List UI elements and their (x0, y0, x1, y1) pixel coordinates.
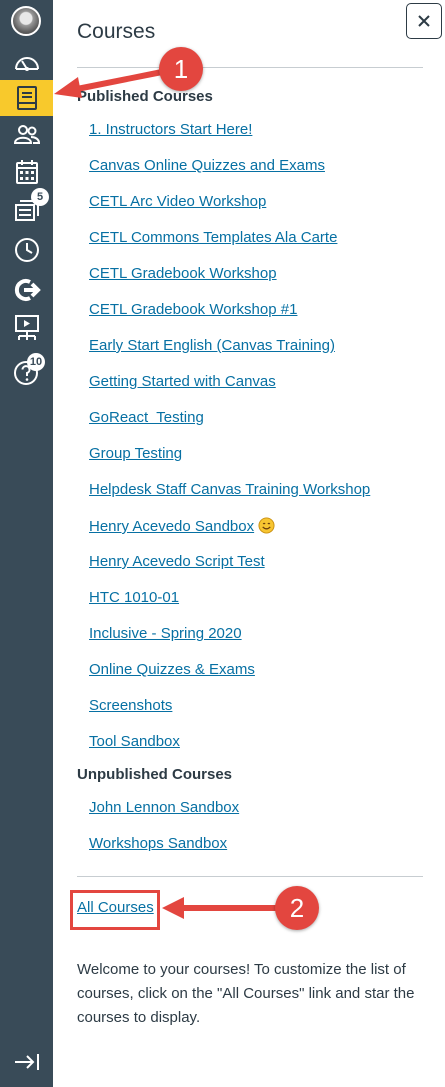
course-link[interactable]: Canvas Online Quizzes and Exams (89, 157, 325, 174)
collapse-nav-button[interactable] (0, 1044, 53, 1080)
account-avatar[interactable] (11, 6, 41, 36)
close-icon (418, 15, 430, 27)
course-link[interactable]: Online Quizzes & Exams (89, 661, 255, 678)
global-nav: 5 10 (0, 0, 53, 1087)
smiley-emoji-icon (258, 517, 275, 534)
collapse-icon (14, 1054, 39, 1070)
course-link[interactable]: Inclusive - Spring 2020 (89, 625, 242, 642)
course-link[interactable]: Early Start English (Canvas Training) (89, 337, 335, 354)
inbox-nav-item[interactable]: 5 (0, 188, 53, 228)
annotation-callout-1: 1 (159, 47, 203, 91)
speedometer-icon (14, 57, 39, 71)
studio-nav-item[interactable] (0, 310, 53, 346)
unpublished-courses-heading: Unpublished Courses (77, 766, 233, 783)
tray-title: Courses (77, 20, 156, 43)
book-icon (16, 86, 37, 110)
course-link[interactable]: HTC 1010-01 (89, 589, 179, 606)
close-tray-button[interactable] (406, 3, 442, 39)
course-link[interactable]: 1. Instructors Start Here! (89, 121, 252, 138)
history-nav-item[interactable] (0, 232, 53, 268)
course-link[interactable]: Tool Sandbox (89, 733, 180, 750)
course-link[interactable]: GoReact Testing (89, 409, 204, 426)
dashboard-nav-item[interactable] (0, 44, 53, 80)
help-nav-item[interactable]: 10 (0, 353, 53, 390)
course-link[interactable]: CETL Gradebook Workshop (89, 265, 277, 282)
courses-nav-item[interactable] (0, 80, 53, 116)
course-link[interactable]: John Lennon Sandbox (89, 799, 239, 816)
course-link-label: Henry Acevedo Sandbox (89, 518, 255, 535)
commons-nav-item[interactable] (0, 272, 53, 308)
calendar-icon (15, 160, 38, 184)
users-icon (13, 125, 40, 144)
annotation-arrow-1 (54, 69, 165, 98)
course-link[interactable]: Group Testing (89, 445, 182, 462)
clock-icon (14, 238, 39, 262)
course-link[interactable]: Henry Acevedo Script Test (89, 553, 265, 570)
all-courses-link[interactable]: All Courses (77, 899, 154, 916)
help-badge: 10 (27, 353, 45, 371)
course-link[interactable]: Helpdesk Staff Canvas Training Workshop (89, 481, 370, 498)
course-link[interactable]: Workshops Sandbox (89, 835, 227, 852)
annotation-callout-2: 2 (275, 886, 319, 930)
course-link[interactable]: Henry Acevedo Sandbox (89, 517, 275, 535)
calendar-nav-item[interactable] (0, 154, 53, 190)
course-link[interactable]: CETL Gradebook Workshop #1 (89, 301, 297, 318)
studio-icon (14, 315, 39, 340)
course-link[interactable]: CETL Arc Video Workshop (89, 193, 266, 210)
groups-nav-item[interactable] (0, 116, 53, 152)
inbox-badge: 5 (31, 188, 49, 206)
course-link[interactable]: Screenshots (89, 697, 172, 714)
tray-description: Welcome to your courses! To customize th… (77, 961, 415, 1026)
annotation-arrow-2 (162, 897, 279, 919)
commons-icon (14, 279, 41, 301)
course-link[interactable]: Getting Started with Canvas (89, 373, 276, 390)
divider (77, 876, 423, 877)
course-link[interactable]: CETL Commons Templates Ala Carte (89, 229, 337, 246)
